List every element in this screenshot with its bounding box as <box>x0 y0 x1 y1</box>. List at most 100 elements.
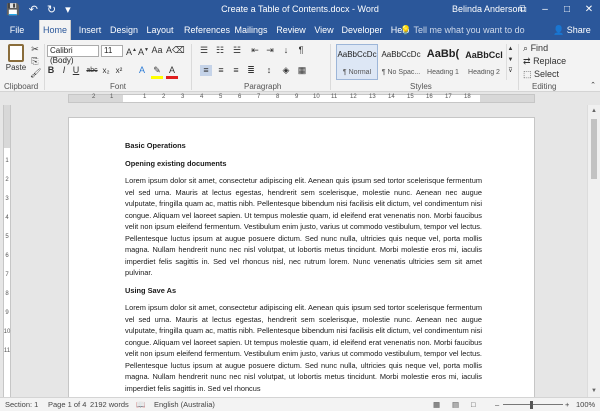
bullets-icon[interactable]: ☰ <box>198 45 210 56</box>
styles-group-label: Styles <box>410 82 432 91</box>
zoom-out-button[interactable]: – <box>495 400 499 409</box>
line-spacing-icon[interactable]: ↕ <box>263 65 275 76</box>
style-heading-1[interactable]: AaBb( Heading 1 <box>424 44 462 80</box>
tab-file[interactable]: File <box>0 20 34 40</box>
page-indicator[interactable]: Page 1 of 4 <box>48 400 86 409</box>
tab-layout[interactable]: Layout <box>145 20 175 40</box>
tab-review[interactable]: Review <box>276 20 306 40</box>
tell-me-search[interactable]: 💡 Tell me what you want to do <box>400 20 525 40</box>
close-button[interactable]: ✕ <box>578 0 600 20</box>
tab-home[interactable]: Home <box>39 20 71 40</box>
text-effects-icon[interactable]: A <box>136 65 148 76</box>
undo-icon[interactable]: ↶ <box>29 3 38 17</box>
scroll-down-icon[interactable]: ▼ <box>588 385 600 397</box>
zoom-slider-thumb[interactable] <box>530 401 533 409</box>
horizontal-ruler[interactable]: 2 1 1 2 3 4 5 6 7 8 9 10 11 12 13 14 15 … <box>0 92 600 105</box>
replace-button[interactable]: ⇄ Replace <box>523 56 566 67</box>
clear-formatting-icon[interactable]: A⌫ <box>166 45 185 56</box>
ribbon-display-options-icon[interactable]: ⧉ <box>512 0 534 20</box>
document-body[interactable]: Basic Operations Opening existing docume… <box>125 140 482 400</box>
tab-design[interactable]: Design <box>109 20 139 40</box>
ruler-number: 15 <box>407 94 414 100</box>
shrink-font-icon[interactable]: A▼ <box>138 45 149 58</box>
heading-using-save-as[interactable]: Using Save As <box>125 285 482 297</box>
save-icon[interactable]: 💾 <box>6 3 20 17</box>
body-paragraph[interactable]: Lorem ipsum dolor sit amet, consectetur … <box>125 175 482 279</box>
cut-icon[interactable]: ✂ <box>30 44 40 55</box>
subscript-button[interactable]: x₂ <box>101 65 111 76</box>
language-indicator[interactable]: English (Australia) <box>154 400 215 409</box>
copy-icon[interactable]: ⎘ <box>30 56 40 67</box>
font-name-dropdown[interactable]: Calibri (Body) <box>47 45 99 65</box>
align-center-icon[interactable]: ≡ <box>215 65 227 76</box>
read-mode-icon[interactable]: ▦ <box>433 400 440 409</box>
vruler-number: 7 <box>5 272 9 278</box>
scroll-up-icon[interactable]: ▲ <box>588 105 600 117</box>
redo-icon[interactable]: ↻ <box>47 3 56 17</box>
tab-insert[interactable]: Insert <box>75 20 105 40</box>
proofing-icon[interactable]: 📖 <box>136 400 145 409</box>
decrease-indent-icon[interactable]: ⇤ <box>249 45 261 56</box>
justify-icon[interactable]: ≣ <box>245 65 257 76</box>
web-layout-icon[interactable]: □ <box>471 400 476 409</box>
ruler-left-margin <box>69 95 123 102</box>
highlight-color-icon[interactable]: ✎ <box>151 65 163 79</box>
tab-developer[interactable]: Developer <box>341 20 383 40</box>
vertical-scrollbar[interactable]: ▲ ▼ <box>587 105 600 397</box>
zoom-level[interactable]: 100% <box>576 400 595 409</box>
change-case-icon[interactable]: Aa <box>151 45 163 56</box>
ruler-number: 4 <box>200 94 204 100</box>
sort-icon[interactable]: ↓ <box>280 45 292 56</box>
ruler-number: 2 <box>162 94 166 100</box>
select-icon: ⬚ <box>523 69 532 79</box>
format-painter-icon[interactable]: 🖌 <box>30 68 41 79</box>
show-formatting-icon[interactable]: ¶ <box>295 45 307 56</box>
grow-font-icon[interactable]: A▲ <box>126 45 137 58</box>
bold-button[interactable]: B <box>47 65 55 76</box>
style-heading-2[interactable]: AaBbCcl Heading 2 <box>464 44 504 80</box>
tab-mailings[interactable]: Mailings <box>232 20 270 40</box>
maximize-button[interactable]: □ <box>556 0 578 20</box>
align-left-icon[interactable]: ≡ <box>200 65 212 76</box>
document-page[interactable]: Basic Operations Opening existing docume… <box>68 117 535 407</box>
superscript-button[interactable]: x² <box>114 65 124 76</box>
zoom-in-button[interactable]: + <box>565 400 569 409</box>
collapse-ribbon-icon[interactable]: ⌃ <box>588 80 598 91</box>
ribbon-home: Paste ✂ ⎘ 🖌 Clipboard Calibri (Body) 11 … <box>0 40 600 92</box>
style-no-spacing[interactable]: AaBbCcDc ¶ No Spac... <box>380 44 422 80</box>
section-indicator[interactable]: Section: 1 <box>5 400 38 409</box>
multilevel-list-icon[interactable]: ☱ <box>231 45 243 56</box>
heading-basic-operations[interactable]: Basic Operations <box>125 140 482 152</box>
increase-indent-icon[interactable]: ⇥ <box>264 45 276 56</box>
italic-button[interactable]: I <box>60 65 68 76</box>
numbering-icon[interactable]: ☷ <box>214 45 226 56</box>
font-color-icon[interactable]: A <box>166 65 178 79</box>
zoom-slider-track[interactable] <box>503 404 563 405</box>
font-size-dropdown[interactable]: 11 <box>101 45 123 57</box>
print-layout-icon[interactable]: ▤ <box>452 400 459 409</box>
borders-icon[interactable]: ▦ <box>296 65 308 76</box>
select-button[interactable]: ⬚ Select <box>523 69 559 80</box>
scroll-thumb[interactable] <box>591 119 597 179</box>
replace-icon: ⇄ <box>523 56 531 66</box>
style-preview: AaBbCcl <box>465 50 503 60</box>
ruler-number: 1 <box>110 94 114 100</box>
tab-view[interactable]: View <box>312 20 336 40</box>
share-button[interactable]: 👤 Share <box>553 20 591 40</box>
paste-button[interactable]: Paste <box>4 44 28 78</box>
heading-opening-documents[interactable]: Opening existing documents <box>125 158 482 170</box>
customize-qat-icon[interactable]: ▾ <box>65 3 71 17</box>
underline-button[interactable]: U <box>72 65 80 76</box>
strikethrough-button[interactable]: abc <box>85 65 99 76</box>
align-right-icon[interactable]: ≡ <box>230 65 242 76</box>
find-button[interactable]: ⌕ Find <box>523 43 548 54</box>
minimize-button[interactable]: – <box>534 0 556 20</box>
separator <box>330 44 331 90</box>
style-normal[interactable]: AaBbCcDc ¶ Normal <box>336 44 378 80</box>
tab-references[interactable]: References <box>184 20 230 40</box>
styles-gallery-scroll-icon[interactable]: ▲ ▼ ⊽ <box>506 44 514 80</box>
vertical-ruler[interactable]: 1 2 3 4 5 6 7 8 9 10 11 <box>0 105 13 397</box>
shading-icon[interactable]: ◈ <box>280 65 292 76</box>
body-paragraph[interactable]: Lorem ipsum dolor sit amet, consectetur … <box>125 302 482 394</box>
word-count[interactable]: 2192 words <box>90 400 129 409</box>
